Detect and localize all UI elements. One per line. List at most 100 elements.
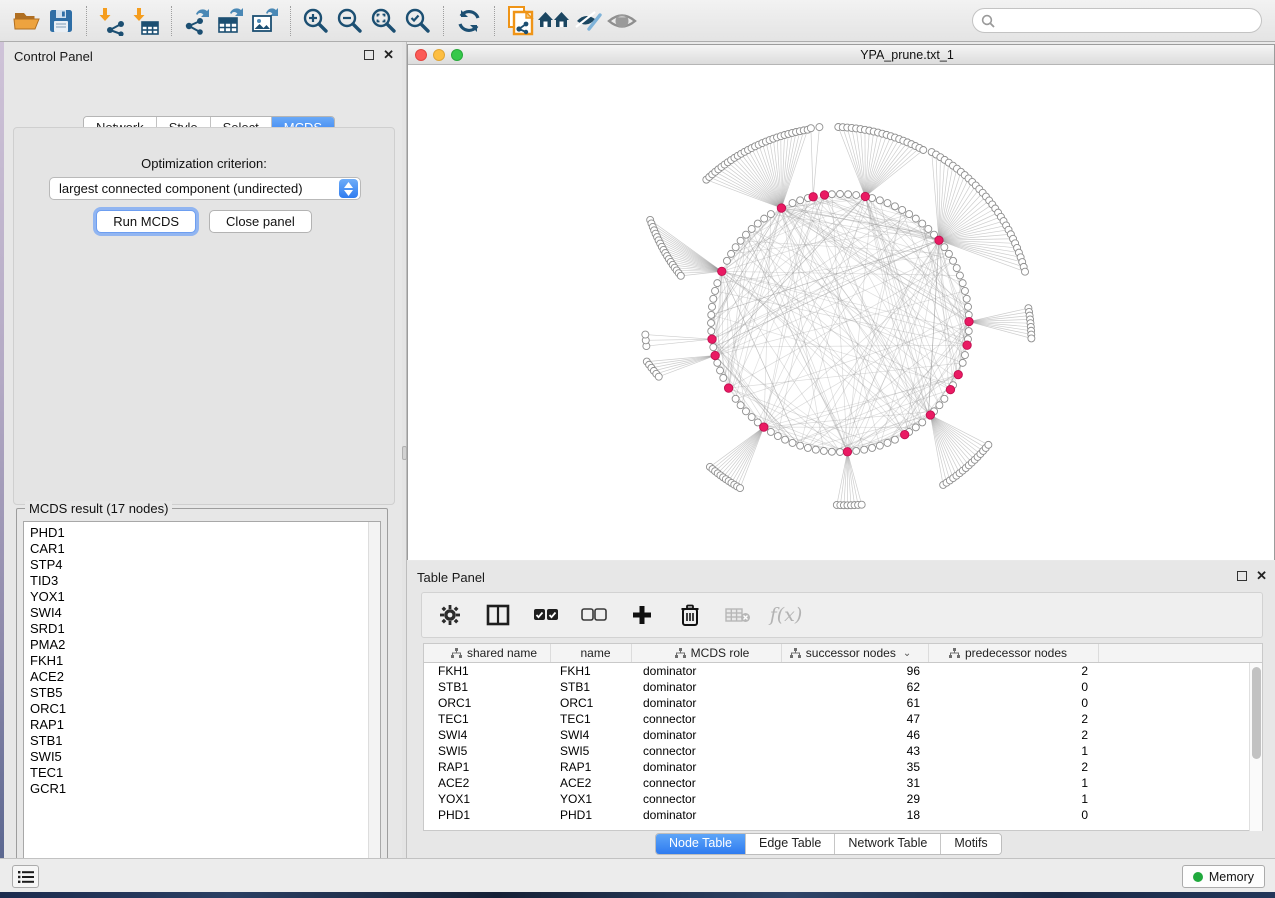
optimization-criterion-select[interactable]: largest connected component (undirected) [49, 177, 361, 200]
mcds-result-item[interactable]: PHD1 [30, 525, 66, 541]
ring-node[interactable] [861, 446, 868, 453]
ring-node[interactable] [956, 272, 963, 279]
mcds-result-item[interactable]: STB1 [30, 733, 66, 749]
ring-node[interactable] [812, 446, 819, 453]
tab-node-table[interactable]: Node Table [656, 834, 746, 854]
column-header-name[interactable]: name [551, 644, 632, 662]
ring-node[interactable] [709, 303, 716, 310]
table-row[interactable]: YOX1YOX1connector291 [424, 791, 1262, 807]
select-all-rows-button[interactable] [532, 600, 560, 630]
table-scrollbar[interactable] [1249, 663, 1262, 831]
network-window-titlebar[interactable]: YPA_prune.txt_1 [408, 45, 1274, 65]
ring-node[interactable] [720, 374, 727, 381]
leaf-node[interactable] [642, 331, 649, 338]
tab-network-table[interactable]: Network Table [835, 834, 941, 854]
hide-graphics-details-button[interactable] [571, 4, 605, 38]
ring-node[interactable] [820, 447, 827, 454]
table-row[interactable]: RAP1RAP1dominator352 [424, 759, 1262, 775]
mcds-node[interactable] [777, 204, 785, 212]
zoom-in-button[interactable] [299, 4, 333, 38]
mcds-result-item[interactable]: PMA2 [30, 637, 66, 653]
mcds-result-item[interactable]: ORC1 [30, 701, 66, 717]
mcds-node[interactable] [724, 384, 732, 392]
show-columns-button[interactable] [484, 600, 512, 630]
ring-node[interactable] [945, 250, 952, 257]
mcds-node[interactable] [861, 192, 869, 200]
mcds-result-item[interactable]: TEC1 [30, 765, 66, 781]
ring-node[interactable] [959, 280, 966, 287]
leaf-node[interactable] [816, 124, 823, 131]
ring-node[interactable] [712, 287, 719, 294]
zoom-out-button[interactable] [333, 4, 367, 38]
mcds-node[interactable] [820, 191, 828, 199]
ring-node[interactable] [710, 295, 717, 302]
ring-node[interactable] [853, 447, 860, 454]
import-table-button[interactable] [129, 4, 163, 38]
mcds-node[interactable] [954, 370, 962, 378]
float-panel-icon[interactable] [1237, 571, 1247, 581]
ring-node[interactable] [961, 287, 968, 294]
mcds-node[interactable] [708, 335, 716, 343]
ring-node[interactable] [828, 448, 835, 455]
mcds-node[interactable] [946, 385, 954, 393]
ring-node[interactable] [919, 220, 926, 227]
mcds-result-item[interactable]: SWI4 [30, 605, 66, 621]
mcds-list-scrollbar[interactable] [368, 522, 380, 872]
ring-node[interactable] [950, 257, 957, 264]
table-scrollbar-thumb[interactable] [1252, 667, 1261, 759]
mcds-node[interactable] [711, 351, 719, 359]
mcds-node[interactable] [926, 411, 934, 419]
column-header-predecessor-nodes[interactable]: predecessor nodes [929, 644, 1099, 662]
ring-node[interactable] [964, 303, 971, 310]
mcds-result-item[interactable]: CAR1 [30, 541, 66, 557]
leaf-node[interactable] [1022, 268, 1029, 275]
ring-node[interactable] [936, 402, 943, 409]
ring-node[interactable] [797, 197, 804, 204]
mcds-result-list[interactable]: PHD1CAR1STP4TID3YOX1SWI4SRD1PMA2FKH1ACE2… [23, 521, 381, 873]
ring-node[interactable] [797, 442, 804, 449]
run-mcds-button[interactable]: Run MCDS [96, 210, 196, 233]
zoom-fit-button[interactable] [367, 4, 401, 38]
ring-node[interactable] [963, 295, 970, 302]
network-canvas[interactable] [408, 65, 1274, 560]
mcds-node[interactable] [965, 317, 973, 325]
leaf-node[interactable] [737, 485, 744, 492]
column-header-mcds-role[interactable]: MCDS role [632, 644, 782, 662]
table-row[interactable]: ACE2ACE2connector311 [424, 775, 1262, 791]
ring-node[interactable] [891, 436, 898, 443]
mcds-node[interactable] [843, 448, 851, 456]
export-image-button[interactable] [248, 4, 282, 38]
ring-node[interactable] [912, 424, 919, 431]
ring-node[interactable] [845, 191, 852, 198]
close-panel-button[interactable]: Close panel [209, 210, 312, 233]
show-graphics-details-button[interactable] [605, 4, 639, 38]
ring-node[interactable] [919, 419, 926, 426]
ring-node[interactable] [754, 220, 761, 227]
search-input[interactable] [972, 8, 1262, 33]
ring-node[interactable] [742, 408, 749, 415]
ring-node[interactable] [804, 444, 811, 451]
import-network-button[interactable] [95, 4, 129, 38]
ring-node[interactable] [853, 192, 860, 199]
mcds-result-item[interactable]: RAP1 [30, 717, 66, 733]
task-history-button[interactable] [12, 865, 39, 888]
deselect-all-rows-button[interactable] [580, 600, 608, 630]
leaf-node[interactable] [858, 501, 865, 508]
new-network-from-selection-button[interactable] [503, 4, 537, 38]
ring-node[interactable] [767, 428, 774, 435]
ring-node[interactable] [789, 439, 796, 446]
ring-node[interactable] [728, 250, 735, 257]
ring-node[interactable] [710, 344, 717, 351]
ring-node[interactable] [876, 197, 883, 204]
ring-node[interactable] [767, 211, 774, 218]
ring-node[interactable] [732, 395, 739, 402]
ring-node[interactable] [737, 402, 744, 409]
ring-node[interactable] [869, 444, 876, 451]
close-panel-icon[interactable]: ✕ [1256, 571, 1267, 581]
ring-node[interactable] [708, 328, 715, 335]
ring-node[interactable] [717, 367, 724, 374]
ring-node[interactable] [876, 442, 883, 449]
ring-node[interactable] [912, 215, 919, 222]
leaf-node[interactable] [655, 373, 662, 380]
mcds-result-item[interactable]: STB5 [30, 685, 66, 701]
